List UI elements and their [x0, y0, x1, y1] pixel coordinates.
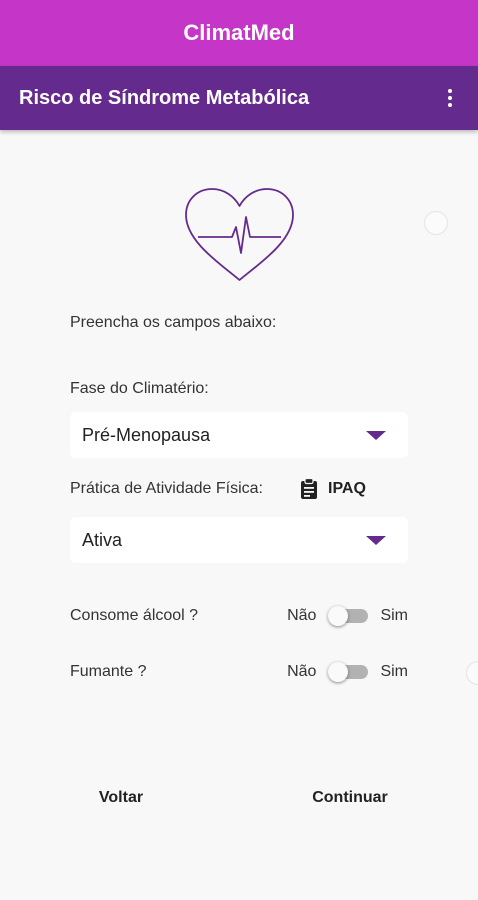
alcohol-row: Consome álcool ? Não Sim [70, 601, 408, 631]
phase-dropdown-value: Pré-Menopausa [82, 424, 211, 445]
activity-dropdown[interactable]: Ativa [70, 517, 408, 563]
continue-button[interactable]: Continuar [295, 778, 405, 818]
alcohol-no-label: Não [287, 607, 317, 624]
faded-circle [466, 661, 478, 685]
smoker-yes-label: Sim [380, 663, 408, 680]
smoker-question: Fumante ? [70, 663, 147, 680]
instructions-text: Preencha os campos abaixo: [70, 314, 277, 331]
faded-circle [424, 211, 448, 235]
back-button[interactable]: Voltar [72, 778, 170, 818]
smoker-row: Fumante ? Não Sim [70, 657, 408, 687]
more-vert-icon[interactable] [430, 78, 470, 118]
status-bar-title: ClimatMed [183, 20, 295, 45]
alcohol-toggle[interactable] [328, 601, 370, 631]
heart-pulse-icon [185, 188, 294, 281]
phase-label: Fase do Climatério: [70, 380, 209, 397]
app-bar: Risco de Síndrome Metabólica [0, 66, 478, 130]
phase-dropdown[interactable]: Pré-Menopausa [70, 412, 408, 458]
clipboard-icon [301, 478, 317, 499]
activity-dropdown-value: Ativa [82, 529, 123, 550]
activity-label: Prática de Atividade Física: [70, 480, 263, 497]
ipaq-button[interactable]: IPAQ [300, 478, 366, 500]
smoker-no-label: Não [287, 663, 317, 680]
alcohol-question: Consome álcool ? [70, 607, 199, 624]
dropdown-arrow-icon [366, 535, 386, 545]
status-bar: ClimatMed [0, 0, 478, 66]
ipaq-label: IPAQ [328, 480, 366, 497]
alcohol-yes-label: Sim [380, 607, 408, 624]
page-title: Risco de Síndrome Metabólica [19, 86, 310, 109]
dropdown-arrow-icon [366, 430, 386, 440]
smoker-toggle[interactable] [328, 657, 370, 687]
